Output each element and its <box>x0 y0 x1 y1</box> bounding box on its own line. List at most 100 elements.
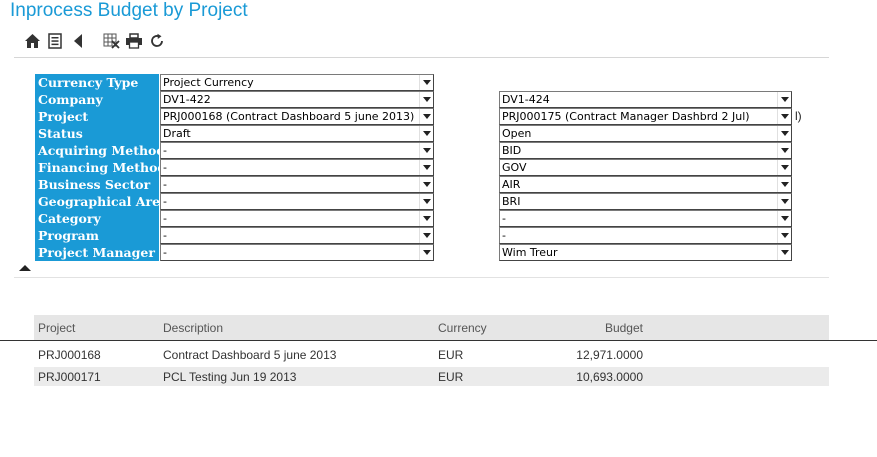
financing-method-to-select[interactable]: GOV <box>499 159 792 176</box>
filter-label: Currency Type <box>35 74 159 91</box>
cell-currency: EUR <box>438 348 464 362</box>
chevron-down-icon[interactable] <box>419 92 433 107</box>
geographical-area-to-select[interactable]: BRI <box>499 193 792 210</box>
filter-row-financing-method: Financing Method - GOV <box>35 159 795 176</box>
acquiring-method-from-select[interactable]: - <box>160 142 434 159</box>
company-from-select[interactable]: DV1-422 <box>160 91 434 108</box>
home-button[interactable] <box>22 31 42 51</box>
chevron-down-icon[interactable] <box>419 177 433 192</box>
currency-type-select[interactable]: Project Currency <box>160 74 434 91</box>
chevron-down-icon[interactable] <box>419 194 433 209</box>
export-excel-button[interactable] <box>101 31 121 51</box>
filter-row-company: Company DV1-422 DV1-424 <box>35 91 795 108</box>
filters-divider <box>14 277 829 278</box>
project-manager-from-select[interactable]: - <box>160 244 434 261</box>
grid-header: Project Description Currency Budget <box>34 315 829 341</box>
business-sector-from-select[interactable]: - <box>160 176 434 193</box>
chevron-down-icon[interactable] <box>777 194 791 209</box>
column-header-description[interactable]: Description <box>163 321 223 335</box>
cell-project: PRJ000171 <box>38 370 101 384</box>
select-value: PRJ000175 (Contract Manager Dashbrd 2 Ju… <box>502 110 750 123</box>
chevron-down-icon[interactable] <box>777 211 791 226</box>
chevron-down-icon[interactable] <box>777 126 791 141</box>
filter-row-program: Program - - <box>35 227 795 244</box>
cell-budget: 10,693.0000 <box>576 370 643 384</box>
business-sector-to-select[interactable]: AIR <box>499 176 792 193</box>
refresh-button[interactable] <box>147 31 167 51</box>
filter-row-project: Project PRJ000168 (Contract Dashboard 5 … <box>35 108 802 125</box>
filter-label: Status <box>35 125 159 142</box>
program-from-select[interactable]: - <box>160 227 434 244</box>
back-button[interactable] <box>68 31 88 51</box>
chevron-down-icon[interactable] <box>777 143 791 158</box>
filter-label: Company <box>35 91 159 108</box>
back-icon <box>74 34 82 48</box>
column-header-budget[interactable]: Budget <box>605 321 643 335</box>
acquiring-method-to-select[interactable]: BID <box>499 142 792 159</box>
select-value: BID <box>502 144 522 157</box>
chevron-down-icon[interactable] <box>419 245 433 260</box>
chevron-down-icon[interactable] <box>777 245 791 260</box>
overflow-text-fragment: l) <box>795 109 802 123</box>
project-from-select[interactable]: PRJ000168 (Contract Dashboard 5 june 201… <box>160 108 434 125</box>
select-value: - <box>163 161 167 174</box>
select-value: - <box>163 212 167 225</box>
chevron-down-icon[interactable] <box>419 211 433 226</box>
chevron-down-icon[interactable] <box>419 126 433 141</box>
list-icon <box>48 33 62 49</box>
table-row[interactable]: PRJ000171 PCL Testing Jun 19 2013 EUR 10… <box>34 367 829 386</box>
cell-project: PRJ000168 <box>38 348 101 362</box>
table-row[interactable]: PRJ000168 Contract Dashboard 5 june 2013… <box>34 345 829 364</box>
cell-currency: EUR <box>438 370 464 384</box>
list-button[interactable] <box>45 31 65 51</box>
toolbar-divider <box>14 57 829 58</box>
status-from-select[interactable]: Draft <box>160 125 434 142</box>
chevron-down-icon[interactable] <box>777 109 791 124</box>
filter-row-category: Category - - <box>35 210 795 227</box>
toolbar <box>22 31 170 51</box>
chevron-down-icon[interactable] <box>419 109 433 124</box>
filter-label: Business Sector <box>35 176 159 193</box>
select-value: - <box>163 229 167 242</box>
select-value: Wim Treur <box>502 246 558 259</box>
select-value: - <box>163 195 167 208</box>
column-header-currency[interactable]: Currency <box>438 321 487 335</box>
select-value: Draft <box>163 127 191 140</box>
status-to-select[interactable]: Open <box>499 125 792 142</box>
project-to-select[interactable]: PRJ000175 (Contract Manager Dashbrd 2 Ju… <box>499 108 792 125</box>
filter-label: Category <box>35 210 159 227</box>
select-value: DV1-422 <box>163 93 211 106</box>
select-value: BRI <box>502 195 521 208</box>
filter-row-acquiring-method: Acquiring Method - BID <box>35 142 795 159</box>
page-title: Inprocess Budget by Project <box>10 0 248 21</box>
select-value: Project Currency <box>163 76 254 89</box>
chevron-down-icon[interactable] <box>419 228 433 243</box>
filter-label: Acquiring Method <box>35 142 159 159</box>
chevron-down-icon[interactable] <box>419 75 433 90</box>
filter-row-project-manager: Project Manager - Wim Treur <box>35 244 795 261</box>
chevron-down-icon[interactable] <box>419 143 433 158</box>
financing-method-from-select[interactable]: - <box>160 159 434 176</box>
export-excel-icon <box>103 33 120 49</box>
project-manager-to-select[interactable]: Wim Treur <box>499 244 792 261</box>
category-from-select[interactable]: - <box>160 210 434 227</box>
select-value: AIR <box>502 178 521 191</box>
chevron-down-icon[interactable] <box>419 160 433 175</box>
column-header-project[interactable]: Project <box>38 321 75 335</box>
category-to-select[interactable]: - <box>499 210 792 227</box>
select-value: Open <box>502 127 532 140</box>
filter-label: Program <box>35 227 159 244</box>
program-to-select[interactable]: - <box>499 227 792 244</box>
collapse-filters-icon[interactable] <box>19 265 31 271</box>
print-button[interactable] <box>124 31 144 51</box>
company-to-select[interactable]: DV1-424 <box>499 91 792 108</box>
geographical-area-from-select[interactable]: - <box>160 193 434 210</box>
chevron-down-icon[interactable] <box>777 228 791 243</box>
chevron-down-icon[interactable] <box>777 160 791 175</box>
filter-row-business-sector: Business Sector - AIR <box>35 176 795 193</box>
select-value: - <box>502 229 506 242</box>
filter-label: Project <box>35 108 159 125</box>
chevron-down-icon[interactable] <box>777 177 791 192</box>
chevron-down-icon[interactable] <box>777 92 791 107</box>
select-value: GOV <box>502 161 527 174</box>
